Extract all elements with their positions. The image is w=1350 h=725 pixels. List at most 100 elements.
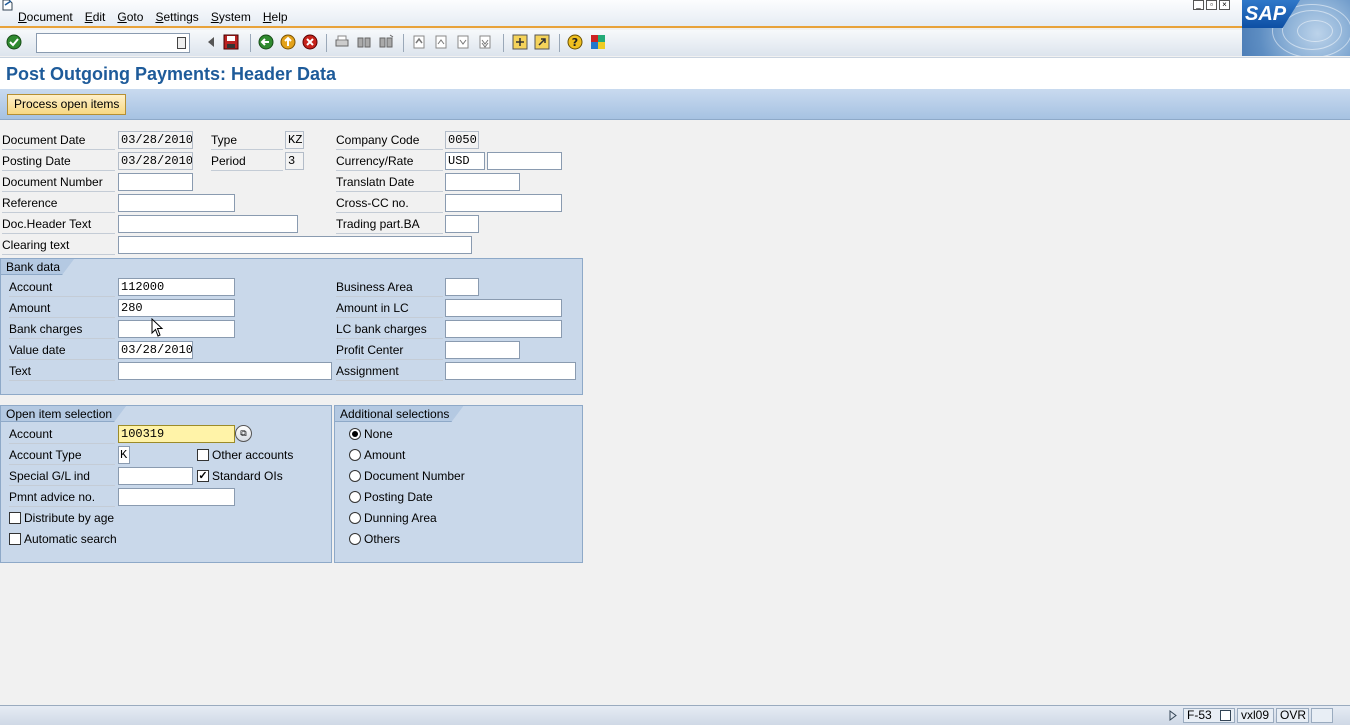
document-menu-icon[interactable]: [2, 0, 14, 11]
translatn-date-label: Translatn Date: [336, 173, 443, 192]
reference-label: Reference: [2, 194, 115, 213]
command-field-value: [37, 34, 39, 52]
amount-field[interactable]: 280: [118, 299, 235, 317]
lc-bank-charges-field[interactable]: [445, 320, 562, 338]
command-field[interactable]: [36, 33, 190, 53]
radio-posting-date-label: Posting Date: [364, 490, 433, 504]
type-label: Type: [211, 131, 283, 150]
menu-system[interactable]: System: [211, 10, 251, 24]
clearing-text-field[interactable]: [118, 236, 472, 254]
document-date-field[interactable]: 03/28/2010: [118, 131, 193, 149]
application-toolbar: Process open items: [0, 89, 1350, 120]
transaction-code-cell[interactable]: F-53: [1183, 708, 1235, 723]
find-next-icon[interactable]: [378, 34, 394, 50]
period-label: Period: [211, 152, 283, 171]
radio-dunning-area-label: Dunning Area: [364, 511, 437, 525]
enter-icon[interactable]: [6, 34, 22, 50]
automatic-search-label: Automatic search: [24, 532, 117, 546]
additional-selections-title: Additional selections: [335, 406, 463, 422]
previous-page-icon[interactable]: [433, 34, 449, 50]
status-list-icon[interactable]: [1220, 710, 1231, 721]
standard-ois-checkbox[interactable]: ✓: [197, 470, 209, 482]
mode-cell[interactable]: OVR: [1276, 708, 1309, 723]
customize-layout-icon[interactable]: [590, 34, 606, 50]
command-history-icon[interactable]: [177, 37, 186, 49]
business-area-field[interactable]: [445, 278, 479, 296]
menu-edit[interactable]: Edit: [85, 10, 106, 24]
document-number-field[interactable]: [118, 173, 193, 191]
radio-dunning-area[interactable]: [349, 512, 361, 524]
next-page-icon[interactable]: [455, 34, 471, 50]
cross-cc-field[interactable]: [445, 194, 562, 212]
radio-others[interactable]: [349, 533, 361, 545]
restore-icon[interactable]: ▫: [1206, 0, 1217, 10]
assignment-field[interactable]: [445, 362, 576, 380]
distribute-by-age-checkbox[interactable]: [9, 512, 21, 524]
find-icon[interactable]: [356, 34, 372, 50]
text-label: Text: [9, 362, 115, 381]
radio-none[interactable]: [349, 428, 361, 440]
back-arrow-icon[interactable]: [203, 34, 219, 50]
amount-in-lc-field[interactable]: [445, 299, 562, 317]
pmnt-advice-label: Pmnt advice no.: [9, 488, 115, 507]
shortcut-icon[interactable]: [534, 34, 550, 50]
trading-part-field[interactable]: [445, 215, 479, 233]
menu-settings[interactable]: Settings: [155, 10, 198, 24]
menu-goto[interactable]: Goto: [117, 10, 143, 24]
special-gl-field[interactable]: [118, 467, 193, 485]
radio-amount[interactable]: [349, 449, 361, 461]
text-field[interactable]: [118, 362, 332, 380]
translatn-date-field[interactable]: [445, 173, 520, 191]
search-help-icon[interactable]: ⧉: [235, 425, 252, 442]
create-session-icon[interactable]: [512, 34, 528, 50]
last-page-icon[interactable]: [477, 34, 493, 50]
exit-icon[interactable]: [280, 34, 296, 50]
print-icon[interactable]: [334, 34, 350, 50]
value-date-field[interactable]: 03/28/2010: [118, 341, 193, 359]
server-cell: vxl09: [1237, 708, 1274, 723]
radio-none-label: None: [364, 427, 393, 441]
exchange-rate-field[interactable]: [487, 152, 562, 170]
close-icon[interactable]: ×: [1219, 0, 1230, 10]
document-date-label: Document Date: [2, 131, 115, 150]
company-code-field[interactable]: 0050: [445, 131, 479, 149]
mouse-cursor-icon: [151, 318, 164, 337]
bank-account-field[interactable]: 112000: [118, 278, 235, 296]
status-bar: F-53 vxl09 OVR: [0, 705, 1350, 725]
company-code-label: Company Code: [336, 131, 443, 150]
transaction-code: F-53: [1187, 708, 1212, 722]
minimize-icon[interactable]: _: [1193, 0, 1204, 10]
help-icon[interactable]: ?: [567, 34, 583, 50]
bank-charges-field[interactable]: [118, 320, 235, 338]
process-open-items-button[interactable]: Process open items: [7, 94, 127, 115]
oi-account-field[interactable]: 100319: [118, 425, 235, 443]
posting-date-field[interactable]: 03/28/2010: [118, 152, 193, 170]
account-type-field[interactable]: K: [118, 446, 130, 464]
type-field[interactable]: KZ: [285, 131, 304, 149]
other-accounts-checkbox[interactable]: [197, 449, 209, 461]
svg-text:?: ?: [572, 36, 578, 49]
bank-account-label: Account: [9, 278, 115, 297]
save-icon[interactable]: [223, 34, 239, 50]
distribute-by-age-label: Distribute by age: [24, 511, 115, 525]
status-expand-icon[interactable]: [1169, 710, 1177, 724]
radio-document-number[interactable]: [349, 470, 361, 482]
currency-field[interactable]: USD: [445, 152, 485, 170]
cancel-icon[interactable]: [302, 34, 318, 50]
menu-help[interactable]: Help: [263, 10, 288, 24]
automatic-search-checkbox[interactable]: [9, 533, 21, 545]
doc-header-text-field[interactable]: [118, 215, 298, 233]
first-page-icon[interactable]: [411, 34, 427, 50]
value-date-label: Value date: [9, 341, 115, 360]
bank-charges-label: Bank charges: [9, 320, 115, 339]
open-item-selection-title: Open item selection: [1, 406, 126, 422]
window-controls: _ ▫ ×: [1193, 0, 1230, 10]
reference-field[interactable]: [118, 194, 235, 212]
back-icon[interactable]: [258, 34, 274, 50]
period-field[interactable]: 3: [285, 152, 304, 170]
profit-center-field[interactable]: [445, 341, 520, 359]
assignment-label: Assignment: [336, 362, 443, 381]
menu-document[interactable]: Document: [18, 10, 73, 24]
radio-posting-date[interactable]: [349, 491, 361, 503]
pmnt-advice-field[interactable]: [118, 488, 235, 506]
